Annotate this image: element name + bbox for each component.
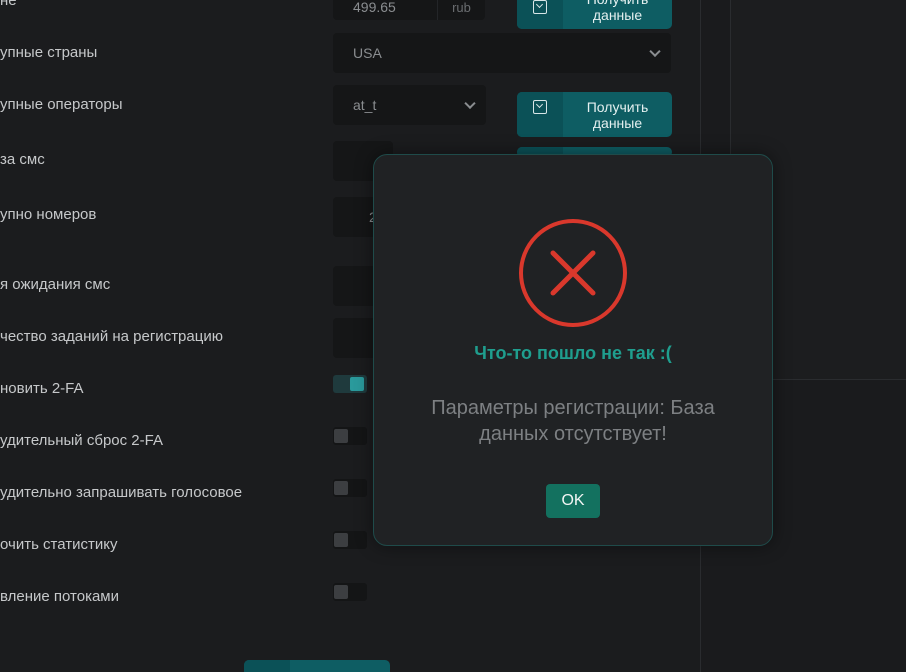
- row-label-statistics: очить статистику: [0, 536, 118, 553]
- country-value: USA: [353, 45, 382, 61]
- row-label-sms-wait: я ожидания смс: [0, 276, 111, 293]
- get-data-button-2[interactable]: Получить данные: [517, 92, 672, 137]
- operator-value: at_t: [353, 97, 377, 113]
- row-label-tasks-count: чество заданий на регистрацию: [0, 328, 223, 345]
- row-label-sms-price: за смс: [0, 151, 45, 168]
- get-data-button-1[interactable]: Получить данные: [517, 0, 672, 29]
- chevron-down-icon: [649, 45, 661, 58]
- toggle-statistics[interactable]: [333, 531, 367, 549]
- bottom-action-button[interactable]: [244, 660, 390, 672]
- get-data-label-2: Получить данные: [586, 98, 649, 131]
- country-select[interactable]: USA: [333, 33, 671, 73]
- chevron-down-icon: [464, 97, 476, 110]
- toggle-force-voice[interactable]: [333, 479, 367, 497]
- price-unit: rub: [437, 0, 485, 20]
- row-label-price: не: [0, 0, 17, 9]
- price-value: 499.65: [353, 0, 396, 15]
- dialog-message: Параметры регистрации: База данных отсут…: [431, 397, 715, 445]
- row-label-countries: упные страны: [0, 44, 98, 61]
- row-label-threads: вление потоками: [0, 588, 119, 605]
- operator-select[interactable]: at_t: [333, 85, 486, 125]
- price-input[interactable]: 499.65 rub: [333, 0, 485, 20]
- row-label-update-2fa: новить 2-FA: [0, 380, 84, 397]
- toggle-threads[interactable]: [333, 583, 367, 601]
- toggle-update-2fa[interactable]: [333, 375, 367, 393]
- toggle-force-reset-2fa[interactable]: [333, 427, 367, 445]
- error-x-icon: [519, 219, 627, 327]
- ok-button[interactable]: OK: [546, 484, 600, 518]
- row-label-force-voice: удительно запрашивать голосовое: [0, 484, 243, 501]
- row-label-operators: упные операторы: [0, 96, 123, 113]
- error-dialog: Что-то пошло не так :( Параметры регистр…: [373, 154, 773, 546]
- row-label-numbers-count: упно номеров: [0, 206, 97, 223]
- get-data-label-1: Получить данные: [587, 0, 649, 23]
- download-icon: [517, 92, 563, 137]
- row-label-force-reset-2fa: удительный сброс 2-FA: [0, 432, 163, 449]
- dialog-title: Что-то пошло не так :(: [474, 343, 672, 363]
- download-icon: [517, 0, 563, 29]
